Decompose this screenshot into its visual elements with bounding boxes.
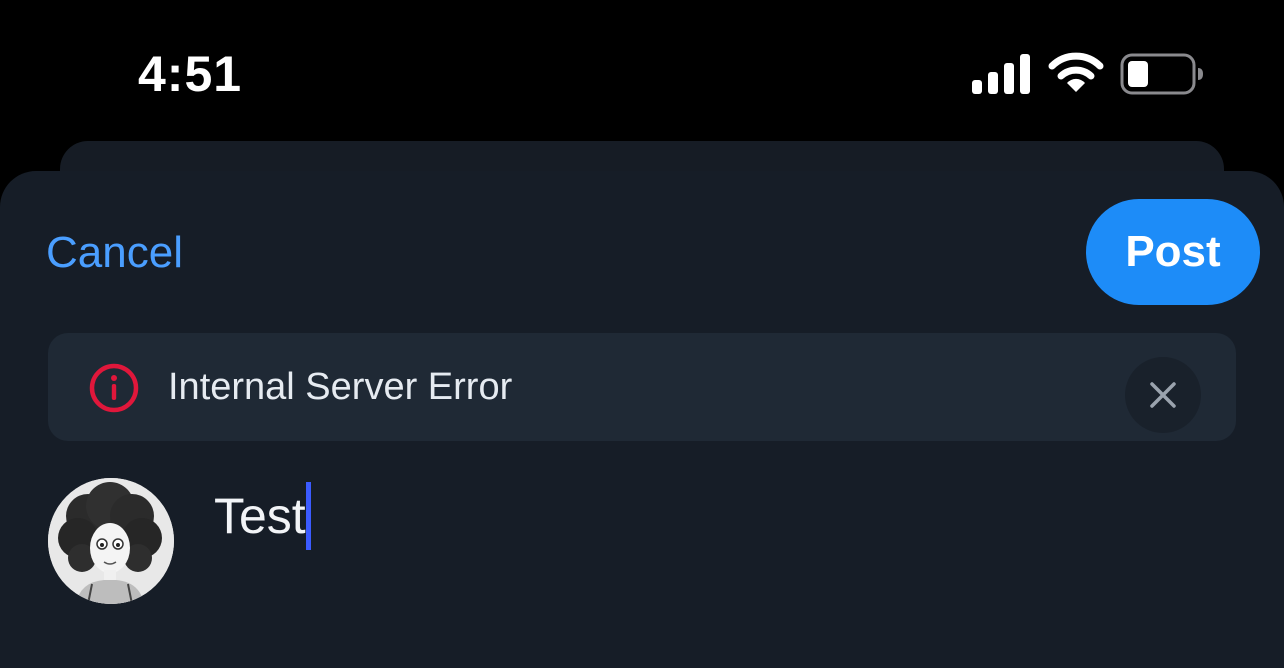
cellular-signal-icon [972, 54, 1030, 94]
dismiss-error-button[interactable] [1125, 357, 1201, 433]
info-circle-icon [89, 363, 139, 413]
status-time: 4:51 [138, 46, 243, 102]
battery-icon [1120, 53, 1203, 95]
wifi-icon [1048, 52, 1104, 92]
compose-sheet: Cancel Post Internal Server Error Test [0, 171, 1284, 668]
post-text: Test [214, 488, 306, 544]
close-icon [1150, 382, 1176, 408]
error-message: Internal Server Error [168, 366, 513, 408]
avatar-illustration [48, 478, 174, 604]
avatar[interactable] [48, 478, 174, 604]
cancel-button[interactable]: Cancel [46, 227, 183, 279]
error-banner: Internal Server Error [48, 333, 1236, 441]
screen: 4:51 Cancel Post Internal Server Error T… [0, 0, 1284, 668]
status-icons [970, 50, 1210, 98]
post-button[interactable]: Post [1086, 199, 1260, 305]
text-caret [305, 481, 311, 550]
post-text-input[interactable]: Test [214, 481, 311, 551]
